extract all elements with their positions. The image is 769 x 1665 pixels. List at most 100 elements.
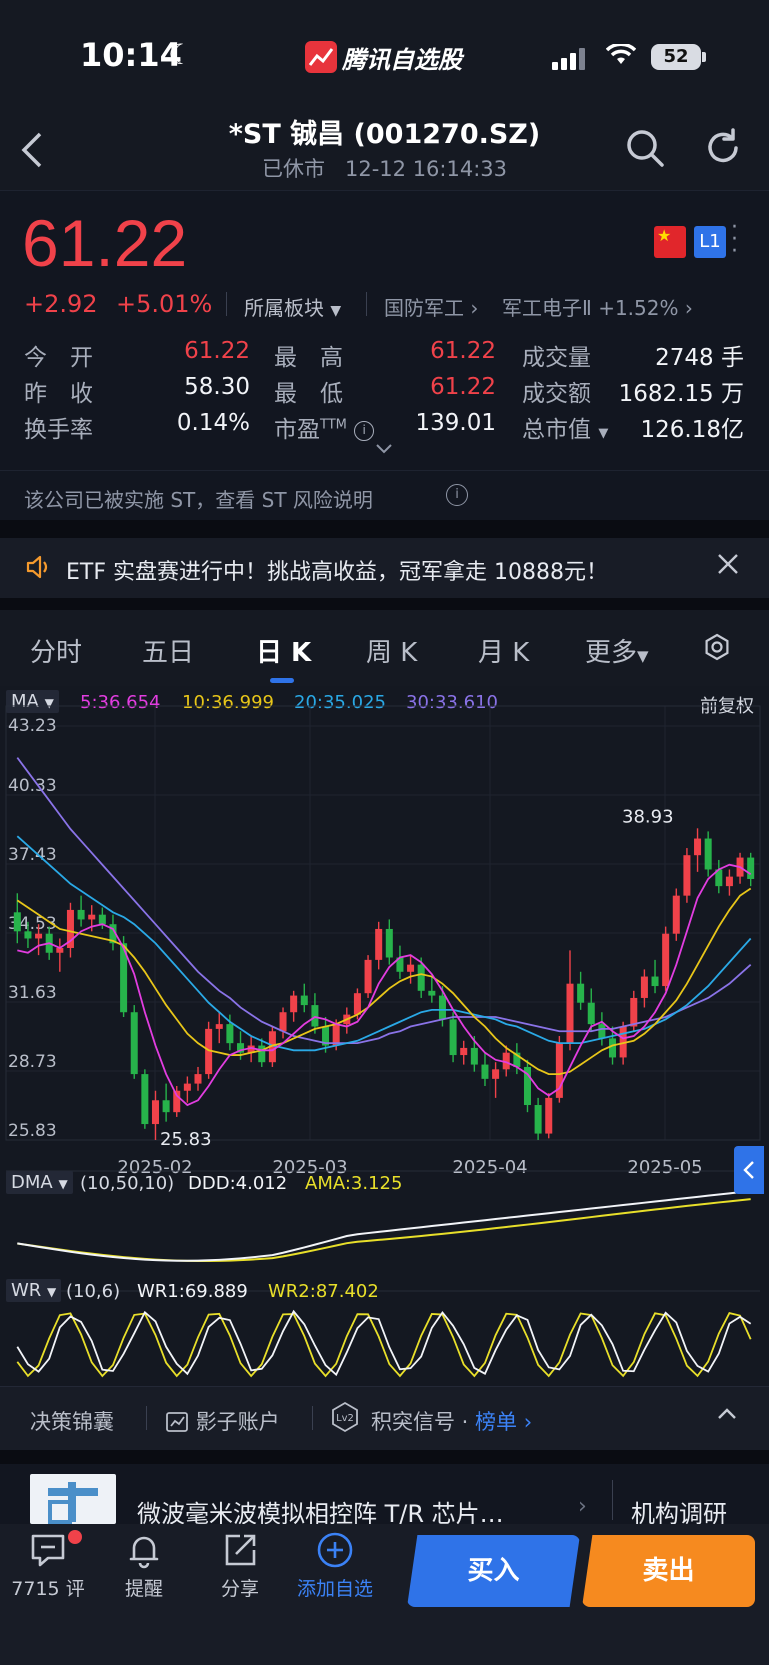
candle-body: [24, 931, 32, 939]
candle-body: [438, 995, 446, 1020]
collapse-up-icon[interactable]: [716, 1406, 738, 1425]
candle-body: [258, 1045, 266, 1063]
candle-body: [141, 1074, 149, 1125]
tab-more[interactable]: 更多▼: [585, 632, 649, 669]
close-icon[interactable]: [716, 552, 740, 583]
wr-wr2: WR2:87.402: [268, 1281, 379, 1302]
wr-selector[interactable]: WR ▼: [6, 1279, 62, 1302]
share-label: 分享: [220, 1578, 259, 1600]
share-button[interactable]: 分享: [200, 1530, 280, 1601]
sector-dropdown[interactable]: 所属板块 ▼: [244, 292, 341, 321]
stat-label: 市盈: [274, 417, 320, 443]
promo-text: ETF 实盘赛进行中！挑战高收益，冠军拿走 10888元！: [66, 560, 608, 585]
wr-params: (10,6): [66, 1281, 121, 1302]
stat-label: 成交额: [522, 381, 591, 407]
side-panel-handle[interactable]: [734, 1146, 764, 1194]
comment-button[interactable]: 7715 评: [8, 1530, 88, 1601]
x-tick-label: 2025-04: [452, 1157, 527, 1178]
shadow-account-label: 影子账户: [195, 1410, 280, 1434]
market-cap-label[interactable]: 总市值 ▼: [522, 410, 608, 444]
candle-body: [449, 1019, 457, 1056]
signal-icon: [552, 48, 585, 70]
industry-label: 国防军工: [384, 296, 464, 320]
chevron-right-icon: ›: [517, 1410, 533, 1434]
candle-body: [151, 1100, 159, 1125]
tab-weekly-k[interactable]: 周 K: [366, 632, 417, 669]
buy-button[interactable]: 买入: [407, 1535, 580, 1607]
candle-body: [640, 976, 648, 998]
wr-wr1: WR1:69.889: [137, 1281, 248, 1302]
news-thumbnail: [30, 1474, 116, 1524]
candle-body: [364, 959, 372, 994]
y-tick-label: 37.43: [8, 845, 57, 865]
battery-icon: 52: [651, 44, 701, 70]
decision-kit-link[interactable]: 决策锦囊: [30, 1406, 114, 1436]
candle-body: [694, 838, 702, 856]
candle-body: [385, 928, 393, 958]
candle-body: [577, 983, 585, 1003]
candle-body: [481, 1064, 489, 1079]
chart-card-icon: [166, 1412, 188, 1432]
pe-label[interactable]: 市盈TTM i: [274, 410, 375, 444]
divider: [146, 1406, 147, 1430]
info-icon[interactable]: i: [446, 484, 468, 506]
signal-link[interactable]: 积突信号 · 榜单 ›: [371, 1406, 532, 1436]
tab-monthly-k[interactable]: 月 K: [478, 632, 529, 669]
candle-body: [609, 1038, 617, 1058]
alert-button[interactable]: 提醒: [104, 1530, 184, 1601]
moon-icon: ☾: [168, 38, 194, 71]
search-icon[interactable]: [625, 128, 665, 168]
price-change: +2.92: [24, 290, 98, 318]
candle-body: [651, 976, 659, 987]
shadow-account-link[interactable]: 影子账户: [165, 1406, 280, 1436]
subindustry-link[interactable]: 军工电子Ⅱ +1.52% ›: [502, 292, 693, 321]
tab-daily-k[interactable]: 日 K: [256, 632, 311, 669]
wr-label: WR: [11, 1280, 42, 1301]
ama-line: [17, 1198, 751, 1263]
caret-down-icon: ▼: [637, 647, 649, 665]
tab-five-day[interactable]: 五日: [142, 632, 194, 669]
stat-value-low: 61.22: [430, 374, 496, 400]
candle-body: [470, 1047, 478, 1065]
industry-link[interactable]: 国防军工 ›: [384, 292, 478, 321]
stat-value-prev-close: 58.30: [184, 374, 250, 400]
candle-body: [662, 933, 670, 987]
st-notice-text: 该公司已被实施 ST，查看 ST 风险说明: [24, 488, 373, 512]
leaderboard-link[interactable]: 榜单: [475, 1410, 517, 1434]
candle-body: [226, 1024, 234, 1044]
refresh-icon[interactable]: [703, 128, 743, 168]
section-gap: [0, 520, 769, 538]
info-icon[interactable]: i: [354, 420, 375, 441]
sector-label: 所属板块: [244, 296, 324, 320]
x-tick-label: 2025-05: [627, 1157, 702, 1178]
candle-body: [162, 1100, 170, 1113]
level1-badge[interactable]: L1: [694, 226, 726, 258]
sell-button[interactable]: 卖出: [582, 1535, 755, 1607]
stat-label: 最 低: [274, 381, 343, 407]
candle-body: [587, 1002, 595, 1025]
caret-down-icon: ▼: [330, 303, 342, 319]
bell-icon: [129, 1536, 159, 1569]
candle-body: [279, 1012, 287, 1032]
dma-selector[interactable]: DMA ▼: [6, 1171, 73, 1194]
stat-label: 最 高: [274, 345, 343, 371]
tab-intraday[interactable]: 分时: [30, 632, 82, 669]
candle-body: [290, 995, 298, 1013]
stat-label: 换手率: [24, 417, 93, 443]
candle-body: [492, 1069, 500, 1079]
price-change-pct: +5.01%: [116, 290, 213, 318]
expand-chevron-icon[interactable]: [374, 440, 394, 459]
candle-body: [630, 997, 638, 1027]
candle-body: [194, 1074, 202, 1084]
settings-icon[interactable]: [703, 633, 731, 661]
stat-value-turnover-amount: 1682.15 万: [618, 381, 744, 407]
section-gap: [0, 598, 769, 610]
divider: [312, 1406, 313, 1430]
stat-value-volume: 2748 手: [655, 345, 744, 371]
candle-body: [534, 1105, 542, 1134]
chart-border: [5, 705, 761, 1141]
clock: 10:14: [80, 36, 182, 74]
add-watchlist-button[interactable]: 添加自选: [296, 1530, 374, 1601]
more-icon[interactable]: · · ·: [731, 217, 738, 263]
section-gap: [0, 1450, 769, 1464]
